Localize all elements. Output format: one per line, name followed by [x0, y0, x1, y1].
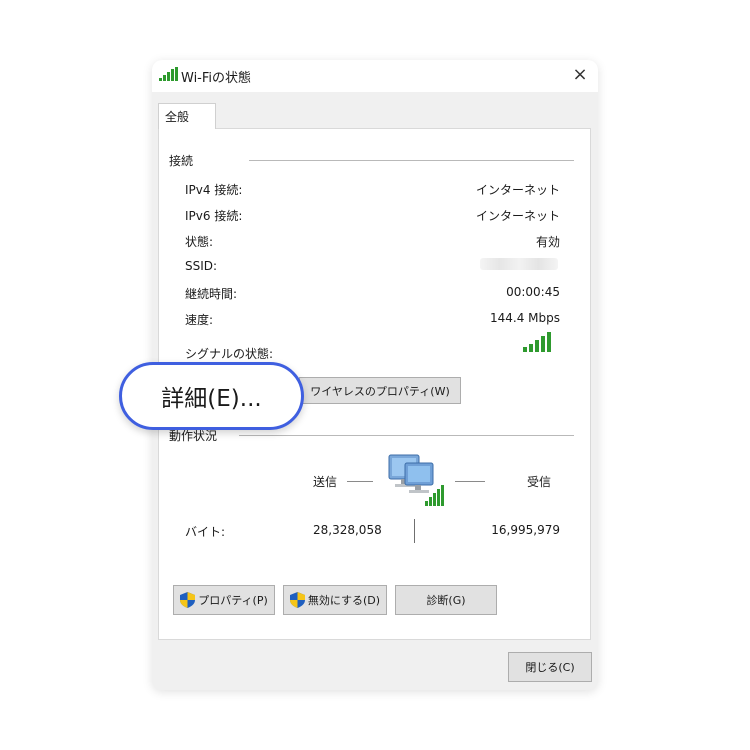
- ipv4-label: IPv4 接続:: [185, 183, 243, 197]
- close-icon[interactable]: ×: [568, 63, 592, 87]
- sent-line: [347, 481, 373, 482]
- close-button[interactable]: 閉じる(C): [508, 652, 592, 682]
- activity-group-line: [239, 435, 574, 436]
- received-label: 受信: [527, 475, 552, 489]
- received-line: [455, 481, 485, 482]
- bytes-divider: [414, 519, 415, 543]
- disable-button[interactable]: 無効にする(D): [283, 585, 387, 615]
- title-bar: Wi-Fiの状態 ×: [152, 60, 598, 92]
- diagnose-label: 診断(G): [426, 594, 466, 607]
- uac-shield-icon: [289, 592, 305, 608]
- connection-group-line: [249, 160, 574, 161]
- speed-label: 速度:: [185, 313, 214, 327]
- details-button-highlight[interactable]: 詳細(E)...: [119, 362, 304, 430]
- media-state-label: 状態:: [185, 235, 214, 249]
- details-button-label: 詳細(E)...: [161, 386, 262, 412]
- wireless-properties-button[interactable]: ワイヤレスのプロパティ(W): [299, 377, 461, 404]
- disable-label: 無効にする(D): [307, 594, 381, 607]
- network-computers-icon: [388, 454, 444, 506]
- media-state-value: 有効: [535, 235, 560, 249]
- sent-label: 送信: [313, 475, 338, 489]
- duration-label: 継続時間:: [185, 287, 238, 301]
- bytes-received-value: 16,995,979: [491, 523, 560, 537]
- close-button-label: 閉じる(C): [525, 661, 575, 674]
- signal-strength-icon: [523, 332, 551, 352]
- ssid-redacted-blur: [480, 258, 558, 270]
- bytes-label: バイト:: [185, 525, 226, 539]
- connection-group-label: 接続: [169, 152, 200, 169]
- ipv6-value: インターネット: [475, 209, 560, 223]
- tab-general[interactable]: 全般: [158, 103, 216, 129]
- ipv4-value: インターネット: [475, 183, 560, 197]
- diagnose-button[interactable]: 診断(G): [395, 585, 497, 615]
- ipv6-label: IPv6 接続:: [185, 209, 243, 223]
- ssid-label: SSID:: [185, 259, 218, 273]
- uac-shield-icon: [180, 592, 196, 608]
- bytes-sent-value: 28,328,058: [313, 523, 382, 537]
- signal-quality-label: シグナルの状態:: [185, 347, 274, 361]
- window-title: Wi-Fiの状態: [181, 71, 252, 86]
- speed-value: 144.4 Mbps: [489, 311, 560, 325]
- wireless-properties-label: ワイヤレスのプロパティ(W): [310, 384, 450, 398]
- properties-button[interactable]: プロパティ(P): [173, 585, 275, 615]
- wifi-signal-icon: [159, 67, 178, 81]
- properties-label: プロパティ(P): [198, 594, 268, 607]
- duration-value: 00:00:45: [506, 285, 560, 299]
